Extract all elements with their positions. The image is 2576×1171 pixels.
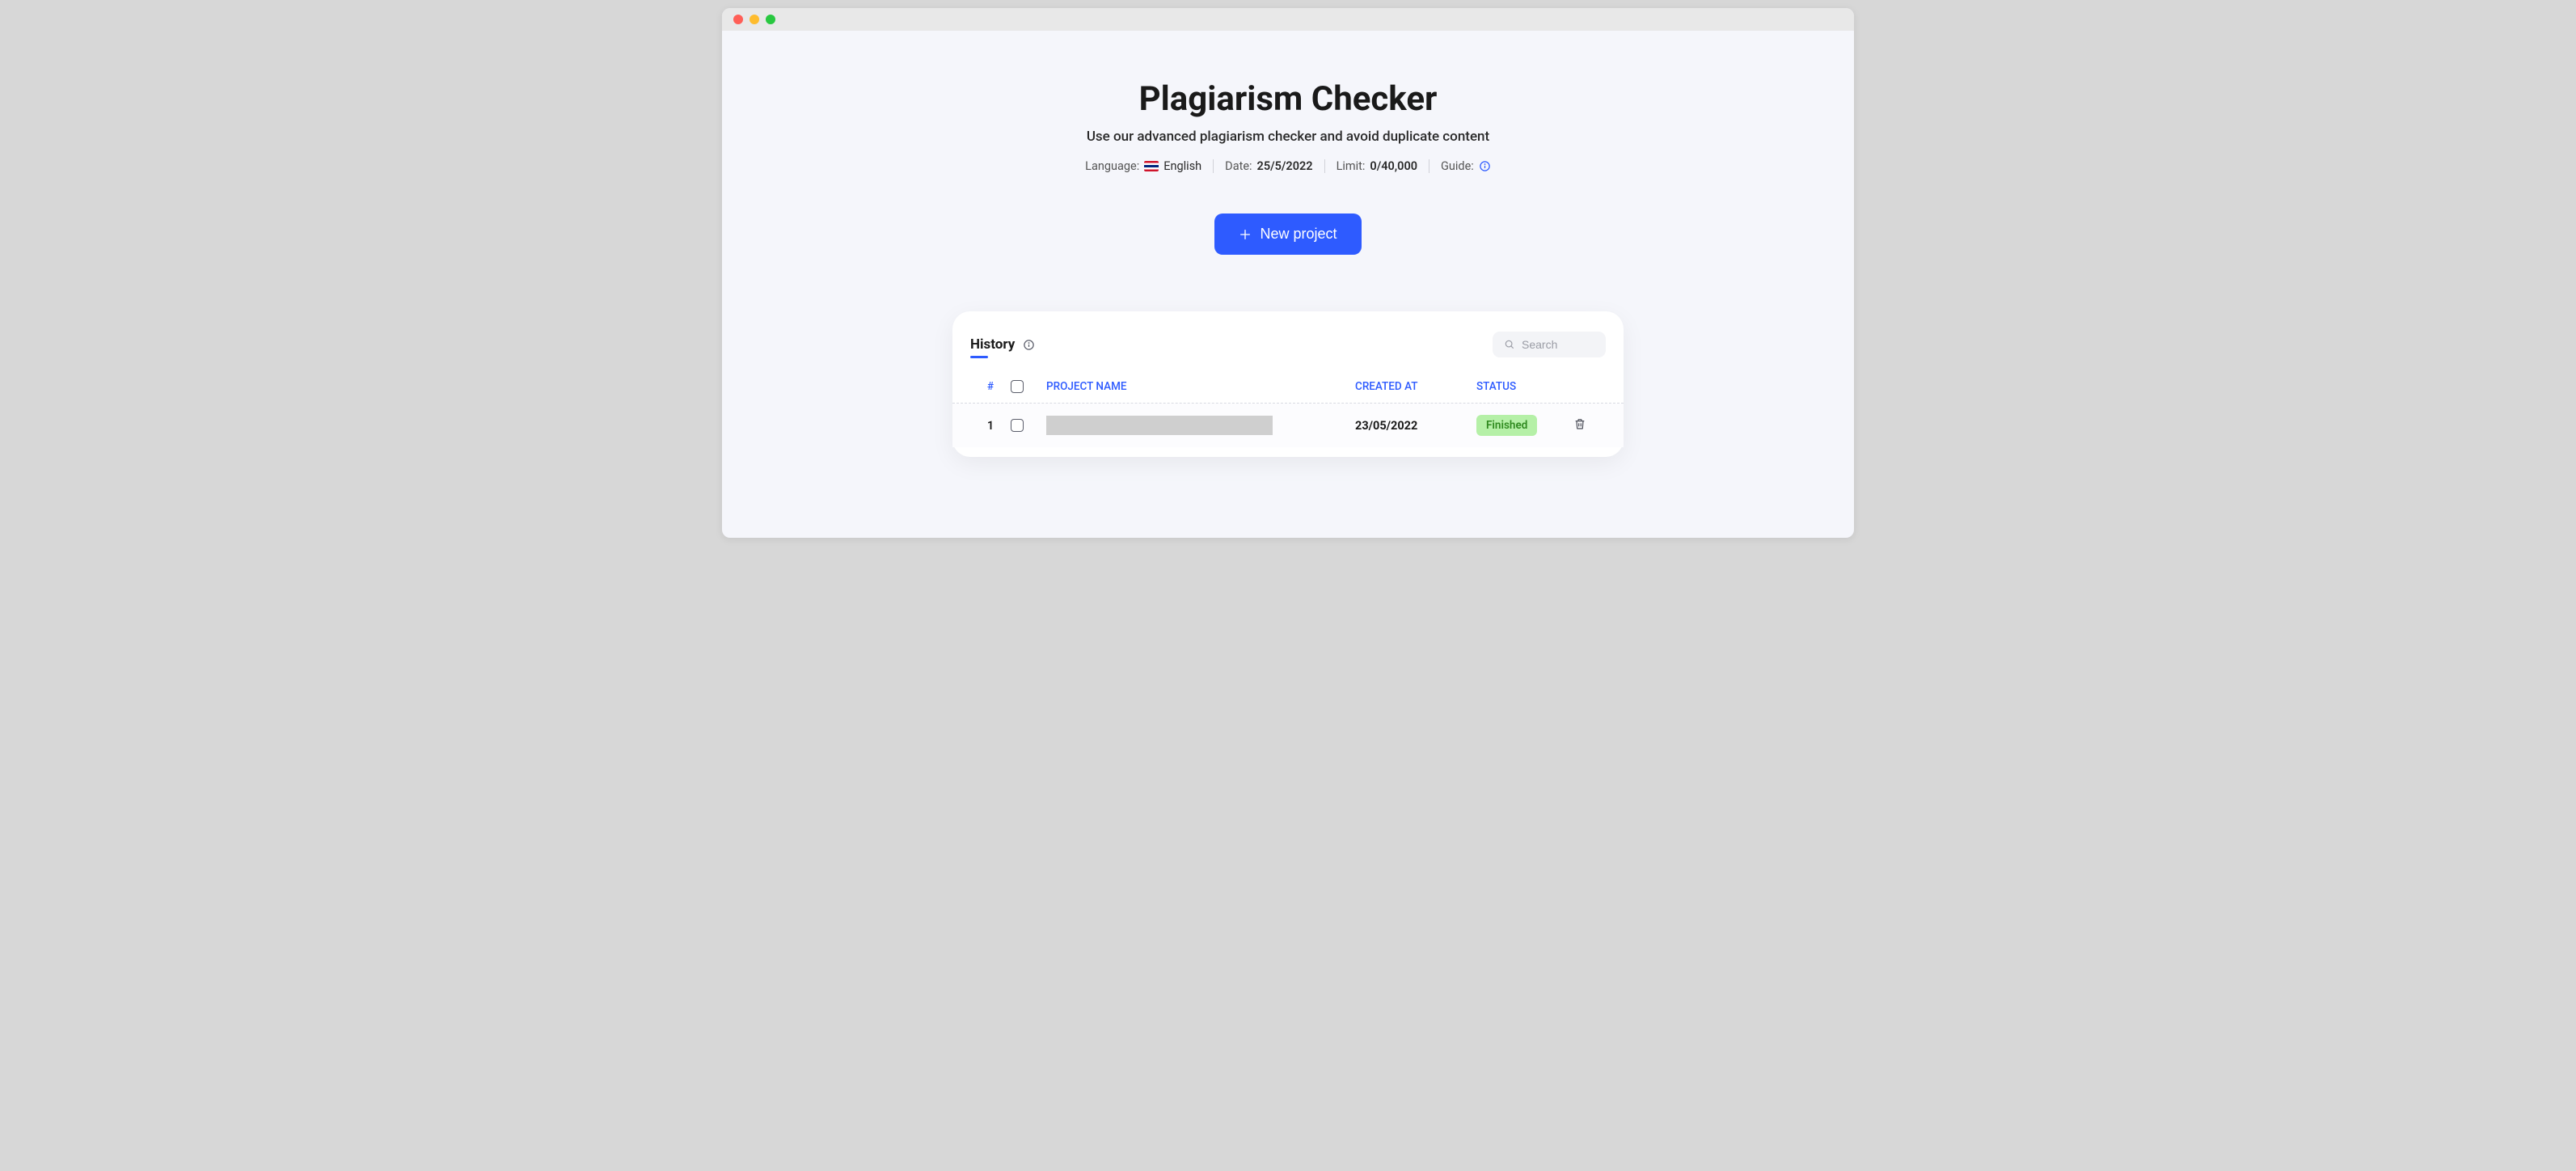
meta-guide-label: Guide: [1441, 159, 1474, 173]
window-title-bar [722, 8, 1854, 31]
select-all-checkbox[interactable] [1011, 380, 1024, 393]
search-icon [1504, 339, 1515, 350]
history-tab-underline [970, 356, 988, 358]
row-checkbox[interactable] [1011, 419, 1024, 432]
row-actions-cell [1573, 416, 1606, 434]
window-maximize-button[interactable] [766, 15, 775, 24]
uk-flag-icon [1144, 161, 1159, 171]
row-name-redacted [1046, 416, 1273, 435]
window-minimize-button[interactable] [750, 15, 759, 24]
meta-language[interactable]: Language: English [1074, 159, 1214, 173]
column-header-status: STATUS [1476, 380, 1573, 393]
meta-guide[interactable]: Guide: [1429, 159, 1502, 173]
row-name-cell [1043, 416, 1355, 435]
header-section: Plagiarism Checker Use our advanced plag… [722, 79, 1854, 173]
history-title-wrap: History [970, 336, 1035, 353]
meta-language-label: Language: [1085, 159, 1139, 173]
history-card: History # [952, 311, 1624, 457]
column-header-index: # [970, 380, 1011, 393]
row-created: 23/05/2022 [1355, 419, 1476, 433]
column-header-created: CREATED AT [1355, 380, 1476, 393]
meta-date-value: 25/5/2022 [1257, 159, 1313, 173]
row-index: 1 [970, 419, 1011, 433]
plus-icon [1239, 228, 1252, 241]
row-checkbox-cell [1011, 419, 1043, 432]
column-header-name: PROJECT NAME [1043, 380, 1355, 393]
meta-language-value: English [1163, 159, 1201, 173]
new-project-button-wrap: New project [722, 213, 1854, 255]
content-area: Plagiarism Checker Use our advanced plag… [722, 31, 1854, 538]
new-project-button[interactable]: New project [1214, 213, 1361, 255]
table-header-row: # PROJECT NAME CREATED AT STATUS [952, 372, 1624, 404]
table-row[interactable]: 1 23/05/2022 Finished [952, 404, 1624, 447]
meta-limit: Limit: 0/40,000 [1325, 159, 1429, 173]
meta-date: Date: 25/5/2022 [1214, 159, 1324, 173]
search-box[interactable] [1493, 332, 1606, 357]
history-title: History [970, 336, 1015, 353]
column-header-checkbox [1011, 380, 1043, 393]
new-project-button-label: New project [1260, 226, 1337, 243]
meta-limit-value: 0/40,000 [1370, 159, 1417, 173]
search-input[interactable] [1522, 338, 1594, 351]
row-status-cell: Finished [1476, 415, 1573, 436]
info-icon[interactable] [1023, 339, 1035, 351]
status-badge: Finished [1476, 415, 1537, 436]
meta-date-label: Date: [1225, 159, 1252, 173]
info-icon [1479, 160, 1491, 172]
page-title: Plagiarism Checker [722, 79, 1854, 119]
page-subtitle: Use our advanced plagiarism checker and … [722, 129, 1854, 145]
window-close-button[interactable] [733, 15, 743, 24]
trash-icon[interactable] [1573, 416, 1586, 431]
meta-row: Language: English Date: 25/5/2022 Limit:… [722, 159, 1854, 173]
app-window: Plagiarism Checker Use our advanced plag… [722, 8, 1854, 538]
history-header: History [952, 332, 1624, 357]
meta-limit-label: Limit: [1337, 159, 1366, 173]
